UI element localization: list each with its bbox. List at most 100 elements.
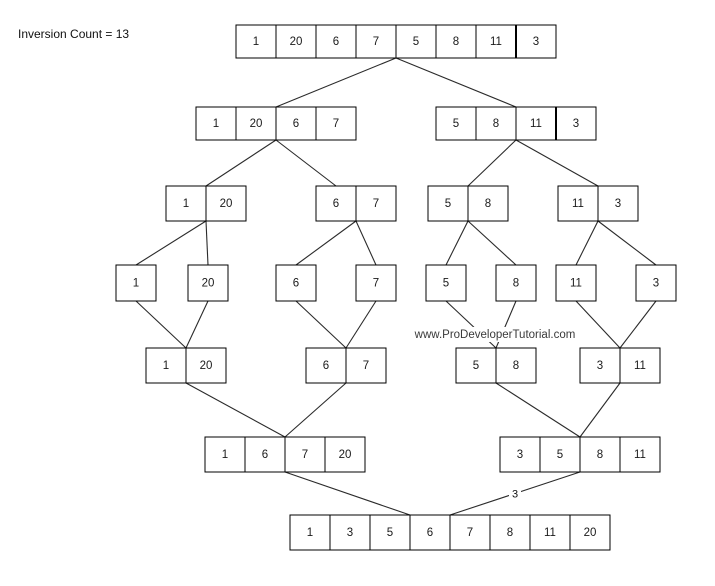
array-box[interactable]: 20 [187,264,229,302]
array-box[interactable]: 67 [305,347,387,384]
array-box[interactable]: 11 [555,264,597,302]
array-cell-value: 1 [253,36,259,48]
array-cell-value: 1 [222,449,228,461]
array-box[interactable]: 1 20 6 7 5 8 11 3 [235,24,557,59]
array-box[interactable]: 7 [355,264,397,302]
array-cell-value: 6 [293,278,299,290]
array-cell-value: 11 [490,36,502,48]
branch-edge [355,220,377,266]
array-box[interactable]: 1 20 [165,185,247,222]
branch-line [185,300,209,349]
branch-edge [284,471,411,516]
array-cell-value: 6 [427,527,433,539]
diagram-canvas: 3 1 20 6 7 5 8 11 31 20 6 7 5 8 11 31 20 6 7 5 8 11 31 20 6 7 5 8 1… [18,24,677,551]
array-cell-value: 7 [302,449,308,461]
array-cell-value: 5 [473,360,479,372]
branch-line [619,300,657,349]
array-cell-value: 20 [339,449,352,461]
branch-edge [295,220,357,266]
page-title: Inversion Count = 13 [18,27,129,41]
branch-edge [284,382,347,438]
branch-line [205,139,277,187]
array-cell-value: 8 [453,36,459,48]
array-cell-value: 3 [615,198,621,210]
array-cell-value: 3 [533,36,539,48]
arrays-layer: 1 20 6 7 5 8 11 31 20 6 7 5 8 11 31 20 6 7 5 8 11 31 20 6 7 5 8 11 3… [115,24,677,551]
branch-line [135,220,207,266]
array-cell-value: 1 [213,118,219,130]
branch-edge [619,300,657,349]
array-cell-value: 8 [513,360,519,372]
branch-line [395,57,517,108]
branch-line [345,300,377,349]
array-cell-value: 11 [634,449,646,461]
branch-line [467,220,517,266]
array-box[interactable]: 1 [115,264,157,302]
array-cell-value: 5 [453,118,459,130]
array-box[interactable]: 8 [495,264,537,302]
array-cell-value: 20 [202,278,215,290]
array-cell-value: 8 [507,527,513,539]
array-cell-value: 20 [200,360,213,372]
branch-line [284,471,411,516]
array-box[interactable]: 1 3 5 6 7 8 11 20 [289,514,611,551]
array-box[interactable]: 11 3 [557,185,639,222]
watermark: www.ProDeveloperTutorial.com [414,329,576,341]
array-cell-value: 7 [363,360,369,372]
branch-line [275,57,397,108]
branch-edge: 3 [449,471,581,516]
array-box[interactable]: 3 [635,264,677,302]
branch-edge [205,139,277,187]
array-cell-value: 11 [634,360,646,372]
array-cell-value: 5 [387,527,393,539]
array-cell-value: 1 [133,278,139,290]
array-cell-value: 5 [413,36,419,48]
branch-edge [495,382,581,438]
branch-edge [597,220,657,266]
branch-line [185,382,286,438]
array-cell-value: 6 [293,118,299,130]
branch-edge [345,300,377,349]
array-cell-value: 6 [333,198,339,210]
branch-line [295,300,347,349]
branch-line [597,220,657,266]
branch-edge [445,220,469,266]
branch-edge [515,139,599,187]
array-cell-value: 6 [323,360,329,372]
branch-line [445,220,469,266]
array-box[interactable]: 1 20 [145,347,227,384]
branch-line [495,382,581,438]
array-cell-value: 7 [373,36,379,48]
array-cell-value: 3 [573,118,579,130]
array-box[interactable]: 67 [315,185,397,222]
array-box[interactable]: 5 [425,264,467,302]
branch-line [579,382,621,438]
array-cell-value: 3 [517,449,523,461]
branch-edge [575,220,599,266]
array-cell-value: 8 [485,198,491,210]
array-box[interactable]: 58 [455,347,537,384]
branch-edge [135,220,207,266]
array-cell-value: 20 [584,527,597,539]
array-box[interactable]: 3 5 8 11 [499,436,661,473]
array-cell-value: 3 [653,278,659,290]
array-box[interactable]: 1 6 7 20 [204,436,366,473]
array-cell-value: 1 [307,527,313,539]
array-box[interactable]: 3 11 [579,347,661,384]
branch-edge [467,220,517,266]
array-cell-value: 11 [530,118,542,130]
array-cell-value: 6 [333,36,339,48]
branch-line [135,300,187,349]
array-box[interactable]: 58 [427,185,509,222]
array-cell-value: 7 [467,527,473,539]
branch-line [355,220,377,266]
array-box[interactable]: 5 8 11 3 [435,106,597,141]
branch-edge [275,57,397,108]
array-cell-value: 7 [373,198,379,210]
branch-edge [395,57,517,108]
array-box[interactable]: 1 20 6 7 [195,106,357,141]
branch-line [205,220,209,266]
array-box[interactable]: 6 [275,264,317,302]
branch-line [575,220,599,266]
array-cell-value: 8 [493,118,499,130]
